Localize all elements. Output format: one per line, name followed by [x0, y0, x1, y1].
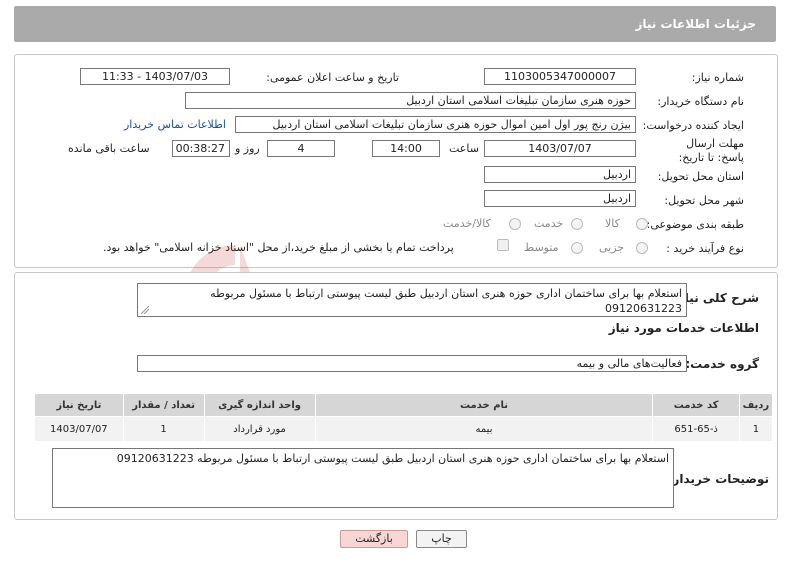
category-service-radio[interactable]	[571, 218, 583, 230]
days-label: روز و	[235, 142, 260, 155]
service-group-field[interactable]: فعالیت‌های مالی و بیمه	[137, 355, 687, 372]
treasury-payment-checkbox[interactable]	[497, 239, 509, 251]
deadline-label: مهلت ارسال پاسخ: تا تاریخ:	[678, 137, 744, 164]
service-group-label: گروه خدمت:	[685, 357, 759, 371]
col-service-code: کد خدمت	[652, 393, 740, 417]
contact-info-link[interactable]: اطلاعات تماس خریدار	[124, 118, 226, 131]
buyer-notes-label: توضیحات خریدار:	[667, 472, 769, 486]
category-service-label: خدمت	[534, 217, 564, 230]
need-number-field[interactable]: 1103005347000007	[484, 68, 636, 85]
province-field[interactable]: اردبیل	[484, 166, 636, 183]
summary-field[interactable]: استعلام بها برای ساختمان اداری حوزه هنری…	[137, 283, 687, 317]
back-button[interactable]: بازگشت	[340, 530, 408, 548]
announce-datetime-label: تاریخ و ساعت اعلان عمومی:	[266, 71, 399, 84]
process-label: نوع فرآیند خرید :	[666, 242, 744, 255]
cell-quantity: 1	[122, 416, 205, 442]
category-label: طبقه بندی موضوعی:	[646, 218, 744, 231]
process-medium-radio[interactable]	[571, 242, 583, 254]
table-header-row: ردیف کد خدمت نام خدمت واحد اندازه گیری ت…	[34, 393, 774, 417]
summary-text: استعلام بها برای ساختمان اداری حوزه هنری…	[210, 287, 682, 315]
col-row-number: ردیف	[738, 393, 774, 417]
cell-row-number: 1	[738, 416, 774, 442]
col-service-name: نام خدمت	[314, 393, 654, 417]
deadline-time-field[interactable]: 14:00	[372, 140, 440, 157]
category-both-radio[interactable]	[509, 218, 521, 230]
cell-service-name: بیمه	[314, 416, 654, 442]
treasury-payment-note: پرداخت تمام یا بخشی از مبلغ خرید،از محل …	[103, 241, 454, 254]
resize-grip-icon	[141, 306, 149, 314]
cell-unit: مورد قرارداد	[203, 416, 316, 442]
page-title: جزئیات اطلاعات نیاز	[635, 17, 756, 31]
info-panel	[14, 54, 778, 268]
need-number-label: شماره نیاز:	[691, 71, 744, 84]
deadline-time-label: ساعت	[449, 142, 479, 155]
category-goods-radio[interactable]	[636, 218, 648, 230]
print-button[interactable]: چاپ	[416, 530, 467, 548]
page-header: جزئیات اطلاعات نیاز	[14, 6, 776, 42]
announce-datetime-field[interactable]: 1403/07/03 - 11:33	[80, 68, 230, 85]
buyer-notes-field[interactable]: استعلام بها برای ساختمان اداری حوزه هنری…	[52, 448, 674, 508]
buyer-notes-text: استعلام بها برای ساختمان اداری حوزه هنری…	[116, 452, 669, 465]
requester-label: ایجاد کننده درخواست:	[642, 119, 744, 132]
table-row: 1 ذ-65-651 بیمه مورد قرارداد 1 1403/07/0…	[34, 416, 774, 442]
deadline-date-field[interactable]: 1403/07/07	[484, 140, 636, 157]
requester-field[interactable]: بیژن رنج پور اول امین اموال حوزه هنری سا…	[235, 116, 636, 133]
process-minor-label: جزیی	[599, 241, 625, 254]
services-table: ردیف کد خدمت نام خدمت واحد اندازه گیری ت…	[34, 393, 774, 442]
province-label: استان محل تحویل:	[657, 170, 744, 183]
category-goods-label: کالا	[605, 217, 620, 230]
days-remaining-field[interactable]: 4	[267, 140, 335, 157]
col-unit: واحد اندازه گیری	[203, 393, 316, 417]
city-field[interactable]: اردبیل	[484, 190, 636, 207]
col-need-date: تاریخ نیاز	[34, 393, 124, 417]
time-remaining-field[interactable]: 00:38:27	[172, 140, 230, 157]
buyer-org-field[interactable]: حوزه هنری سازمان تبلیغات اسلامی استان ار…	[185, 92, 636, 109]
services-section-title: اطلاعات خدمات مورد نیاز	[608, 321, 759, 335]
category-both-label: کالا/خدمت	[443, 217, 491, 230]
city-label: شهر محل تحویل:	[664, 194, 744, 207]
buyer-org-label: نام دستگاه خریدار:	[657, 95, 744, 108]
process-minor-radio[interactable]	[636, 242, 648, 254]
process-medium-label: متوسط	[524, 241, 559, 254]
cell-service-code: ذ-65-651	[652, 416, 740, 442]
cell-need-date: 1403/07/07	[34, 416, 124, 442]
col-quantity: تعداد / مقدار	[122, 393, 205, 417]
time-remaining-label: ساعت باقی مانده	[68, 142, 150, 155]
